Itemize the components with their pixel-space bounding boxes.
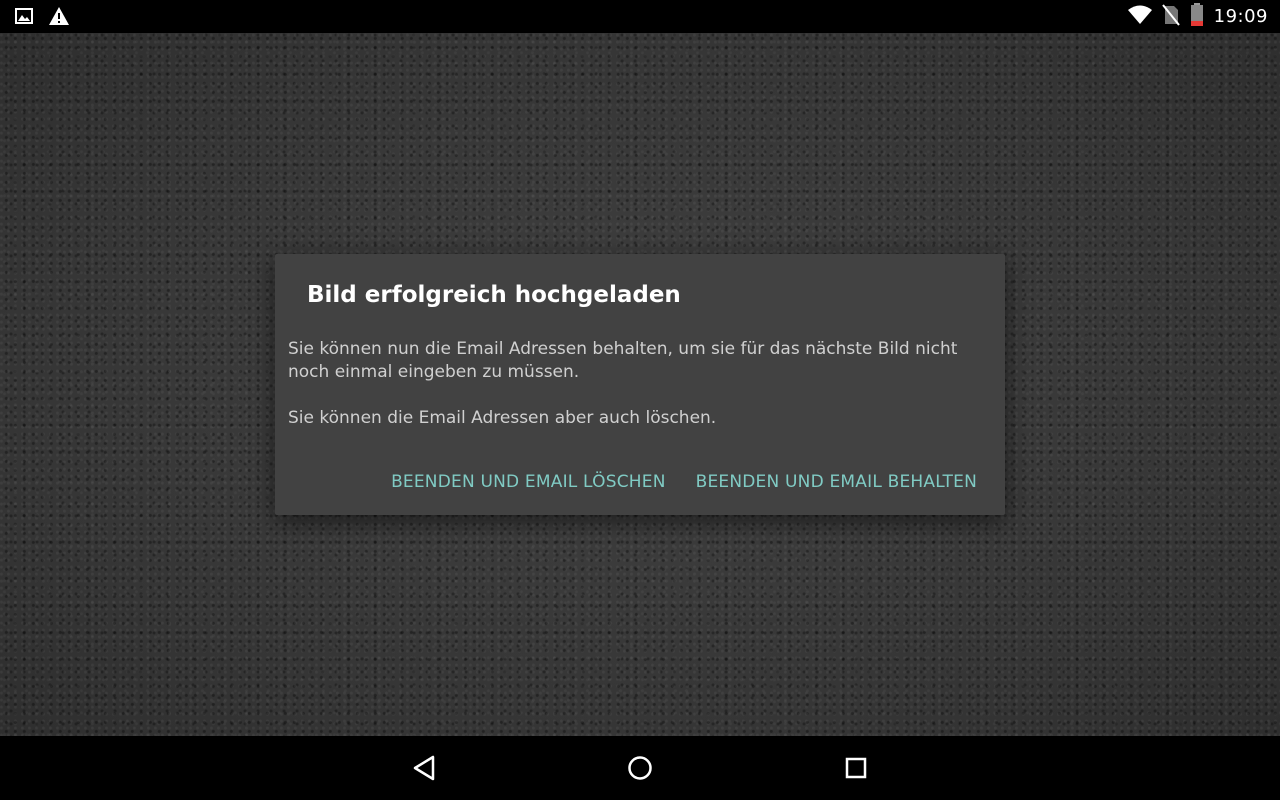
notification-icons xyxy=(14,6,70,30)
dialog-message: Sie können nun die Email Adressen behalt… xyxy=(288,338,998,453)
image-icon xyxy=(14,6,34,30)
navigation-bar xyxy=(0,736,1280,800)
clock: 19:09 xyxy=(1213,6,1268,27)
no-sim-icon xyxy=(1161,3,1180,30)
warning-icon xyxy=(48,6,70,30)
screen: 19:09 Bild erfolgreich hochgeladen Sie k… xyxy=(0,0,1280,800)
wifi-icon xyxy=(1127,5,1152,29)
dialog-title: Bild erfolgreich hochgeladen xyxy=(307,282,681,308)
recents-icon[interactable] xyxy=(842,754,870,782)
status-bar: 19:09 xyxy=(0,0,1280,33)
dialog-actions: BEENDEN UND EMAIL LÖSCHEN BEENDEN UND EM… xyxy=(391,472,977,492)
quit-keep-email-button[interactable]: BEENDEN UND EMAIL BEHALTEN xyxy=(696,472,977,492)
quit-delete-email-button[interactable]: BEENDEN UND EMAIL LÖSCHEN xyxy=(391,472,666,492)
back-icon[interactable] xyxy=(411,754,439,782)
home-icon[interactable] xyxy=(626,754,654,782)
system-icons: 19:09 xyxy=(1127,0,1268,33)
dialog-message-delete: Sie können die Email Adressen aber auch … xyxy=(288,408,717,428)
dialog-message-keep: Sie können nun die Email Adressen behalt… xyxy=(288,339,958,382)
battery-low-icon xyxy=(1190,2,1204,31)
upload-success-dialog: Bild erfolgreich hochgeladen Sie können … xyxy=(275,254,1005,515)
